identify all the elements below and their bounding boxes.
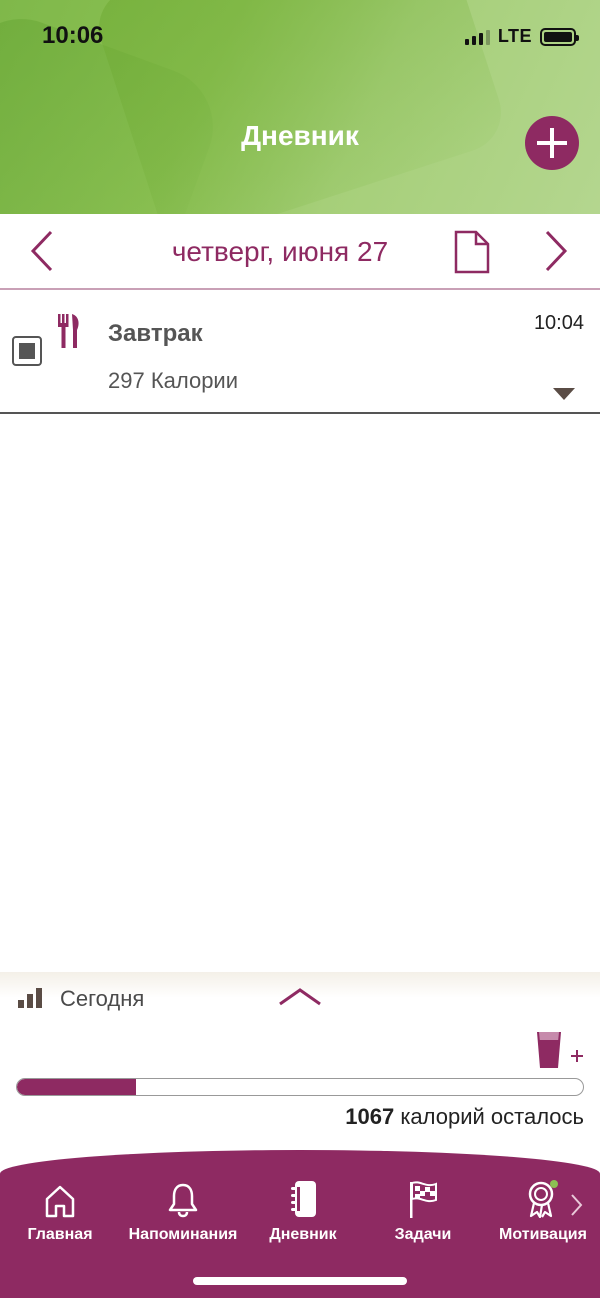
stats-icon	[18, 988, 42, 1008]
page-title: Дневник	[241, 120, 359, 151]
current-date[interactable]: четверг, июня 27	[120, 236, 440, 268]
nav-label-reminders: Напоминания	[128, 1226, 238, 1243]
add-button[interactable]	[525, 116, 579, 170]
calories-remaining-value: 1067	[345, 1104, 395, 1129]
calorie-progress-fill	[17, 1079, 136, 1095]
calories-remaining: 1067 калорий осталось	[345, 1104, 584, 1130]
document-icon	[454, 230, 490, 274]
today-summary: Сегодня 1067 калорий осталось	[0, 972, 600, 1162]
nav-item-reminders[interactable]: Напоминания	[123, 1178, 243, 1244]
nav-label-tasks: Задачи	[394, 1226, 452, 1243]
award-icon	[528, 1180, 558, 1218]
chevron-right-icon[interactable]	[568, 1192, 584, 1218]
entry-title: Завтрак	[108, 320, 203, 347]
document-button[interactable]	[452, 228, 492, 276]
date-navigation: четверг, июня 27	[0, 214, 600, 290]
next-day-button[interactable]	[536, 228, 576, 274]
network-type: LTE	[497, 26, 532, 46]
nav-item-tasks[interactable]: Задачи	[363, 1178, 483, 1244]
entry-checkbox[interactable]	[12, 336, 42, 366]
diary-entry[interactable]: Завтрак 297 Калории 10:04	[0, 292, 600, 414]
bell-icon	[168, 1183, 198, 1218]
entry-calories: 297 Калории	[108, 368, 239, 393]
chevron-up-icon[interactable]	[278, 986, 322, 1008]
chevron-left-icon	[30, 230, 53, 272]
status-time: 10:06	[42, 22, 104, 49]
calories-remaining-text: калорий осталось	[400, 1104, 584, 1129]
home-indicator	[193, 1277, 407, 1285]
signal-icon	[464, 29, 490, 45]
nav-label-diary: Дневник	[269, 1226, 337, 1243]
home-icon	[45, 1185, 75, 1218]
nav-item-home[interactable]: Главная	[0, 1178, 120, 1244]
add-water-icon[interactable]	[534, 1030, 584, 1070]
nav-label-home: Главная	[27, 1226, 93, 1243]
calorie-progress-bar	[16, 1078, 584, 1096]
expand-arrow-icon[interactable]	[553, 388, 575, 400]
previous-day-button[interactable]	[22, 228, 62, 274]
entry-time: 10:04	[533, 312, 584, 334]
header: 10:06 LTE Дневник	[0, 0, 600, 214]
battery-icon	[540, 27, 579, 46]
cutlery-icon	[58, 314, 79, 348]
nav-item-diary[interactable]: Дневник	[243, 1178, 363, 1244]
flag-icon	[410, 1181, 437, 1218]
status-indicators: LTE	[464, 26, 579, 47]
notebook-icon	[291, 1181, 316, 1217]
plus-icon	[537, 128, 567, 158]
bottom-navigation: Главная Напоминания Дневник Задачи Мотив…	[0, 1150, 600, 1298]
today-label: Сегодня	[60, 986, 145, 1011]
chevron-right-icon	[545, 230, 568, 272]
nav-label-motivation: Мотивация	[499, 1226, 587, 1243]
